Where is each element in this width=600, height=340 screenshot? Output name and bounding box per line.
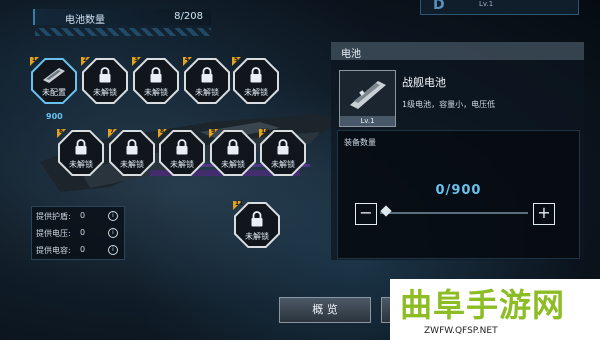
stat-shield-value: 0	[80, 211, 86, 220]
slot-1-quantity: 900	[46, 112, 63, 121]
battery-slot[interactable]: 未解锁 7	[108, 128, 155, 176]
increase-button[interactable]: +	[533, 203, 555, 225]
lock-icon	[99, 67, 111, 83]
lock-icon	[251, 211, 263, 227]
slot-label: 未解锁	[221, 160, 245, 169]
decorative-stripe	[35, 28, 211, 36]
battery-slot[interactable]: 未解锁 6	[57, 128, 104, 176]
slot-index: 1	[32, 56, 37, 63]
battery-detail-panel: 电池 Lv.1 战舰电池 1级电池，容量小，电压低 装备数量 0/900 − +	[331, 42, 584, 260]
slot-label: 未解锁	[69, 160, 93, 169]
quantity-slider[interactable]	[380, 212, 528, 214]
battery-icon	[43, 68, 65, 83]
battery-item-name: 战舰电池	[402, 76, 446, 89]
quantity-slider-knob[interactable]	[380, 205, 392, 217]
info-icon[interactable]: i	[108, 211, 118, 221]
stat-capacitance-label: 提供电容:	[36, 246, 71, 255]
panel-header: 电池	[331, 42, 584, 60]
slot-label: 未解锁	[195, 88, 219, 97]
lock-icon	[150, 67, 162, 83]
info-icon[interactable]: i	[108, 228, 118, 238]
battery-slot[interactable]: 未解锁 4	[183, 56, 230, 104]
stat-voltage: 提供电压: 0 i	[36, 228, 120, 239]
battery-count-bar: 电池数量 8/208	[33, 9, 211, 26]
slot-index: 8	[160, 128, 165, 135]
battery-item-description: 1级电池，容量小，电压低	[402, 100, 496, 109]
battery-item-icon[interactable]: Lv.1	[339, 70, 396, 127]
slot-label: 未解锁	[144, 88, 168, 97]
slot-index: 9	[211, 128, 216, 135]
equip-quantity-title: 装备数量	[344, 138, 376, 147]
slot-label: 未解锁	[93, 88, 117, 97]
overview-button[interactable]: 概 览	[279, 297, 371, 323]
battery-count-label: 电池数量	[65, 15, 105, 26]
battery-item-level: Lv.1	[340, 116, 395, 126]
slot-label: 未解锁	[244, 88, 268, 97]
lock-icon	[75, 139, 87, 155]
info-icon[interactable]: i	[108, 245, 118, 255]
equip-quantity-value: 0/900	[435, 183, 482, 198]
lock-icon	[277, 139, 289, 155]
stat-shield: 提供护盾: 0 i	[36, 211, 120, 222]
slot-index: 6	[59, 128, 64, 135]
slot-label: 未解锁	[170, 160, 194, 169]
slot-index: 11	[235, 200, 244, 207]
ship-tab-glyph: D	[433, 0, 445, 13]
slot-label: 未解锁	[120, 160, 144, 169]
decrease-button[interactable]: −	[355, 203, 377, 225]
lock-icon	[176, 139, 188, 155]
slot-index: 7	[110, 128, 115, 135]
stats-panel: 提供护盾: 0 i 提供电压: 0 i 提供电容: 0 i	[31, 206, 125, 260]
panel-title: 电池	[341, 49, 361, 60]
slot-index: 2	[83, 56, 88, 63]
battery-count-value: 8/208	[174, 11, 203, 22]
battery-slot[interactable]: 未解锁 10	[259, 128, 306, 176]
slot-index: 10	[261, 128, 270, 135]
stat-voltage-label: 提供电压:	[36, 229, 71, 238]
battery-icon	[350, 81, 386, 109]
slot-label: 未解锁	[245, 232, 269, 241]
lock-icon	[201, 67, 213, 83]
battery-slot[interactable]: 未解锁 5	[232, 56, 279, 104]
battery-slot[interactable]: 未解锁 9	[209, 128, 256, 176]
battery-slot[interactable]: 未解锁 3	[132, 56, 179, 104]
ship-tab-level: Lv.1	[479, 0, 494, 8]
stat-capacitance-value: 0	[80, 245, 86, 254]
watermark-title: 曲阜手游网	[400, 286, 566, 324]
stat-voltage-value: 0	[80, 228, 86, 237]
equip-quantity-panel: 装备数量 0/900 − +	[337, 130, 580, 259]
battery-slot[interactable]: 未解锁 8	[158, 128, 205, 176]
slot-index: 3	[134, 56, 139, 63]
slot-label: 未配置	[42, 88, 66, 97]
battery-slot[interactable]: 未配置 1	[30, 56, 77, 104]
lock-icon	[126, 139, 138, 155]
battery-slot[interactable]: 未解锁 2	[81, 56, 128, 104]
stat-capacitance: 提供电容: 0 i	[36, 245, 120, 256]
slot-index: 5	[234, 56, 239, 63]
lock-icon	[227, 139, 239, 155]
battery-slot[interactable]: 未解锁 11	[233, 200, 280, 248]
site-watermark: 曲阜手游网 ZWFW.QFSP.NET	[390, 279, 600, 340]
lock-icon	[250, 67, 262, 83]
slot-label: 未解锁	[271, 160, 295, 169]
watermark-url: ZWFW.QFSP.NET	[424, 326, 498, 336]
stat-shield-label: 提供护盾:	[36, 212, 71, 221]
ship-tab[interactable]: D Lv.1	[420, 0, 579, 15]
slot-index: 4	[185, 56, 190, 63]
